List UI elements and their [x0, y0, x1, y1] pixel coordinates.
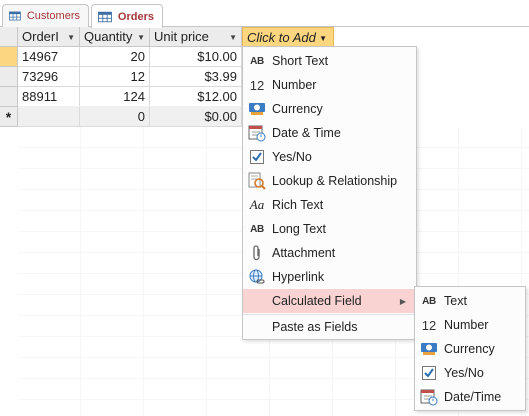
lookup-icon	[248, 172, 266, 190]
table-icon	[9, 11, 21, 21]
unit-price-cell[interactable]: $3.99	[150, 67, 242, 87]
checkbox-icon	[248, 148, 266, 166]
calculated-field-submenu: AB Text 12 Number Currency Yes/No Date/T…	[414, 286, 526, 411]
checkbox-icon	[420, 364, 438, 382]
menu-item-label: Yes/No	[272, 150, 312, 164]
submenu-item-number[interactable]: 12 Number	[415, 313, 525, 337]
menu-item-label: Attachment	[272, 246, 336, 260]
submenu-item-label: Yes/No	[444, 366, 484, 380]
ab-text-icon: AB	[250, 55, 264, 67]
order-id-cell[interactable]: 88911	[18, 87, 80, 107]
menu-item-label: Paste as Fields	[272, 320, 358, 334]
quantity-cell[interactable]: 20	[80, 47, 150, 67]
submenu-item-label: Text	[444, 294, 467, 308]
row-selector-column: *	[0, 27, 18, 127]
long-text-icon: AB	[250, 223, 264, 235]
new-record-marker[interactable]: *	[0, 107, 18, 127]
menu-item-label: Calculated Field	[272, 294, 362, 308]
new-order-id-cell[interactable]	[18, 107, 80, 127]
field-type-menu: AB Short Text 12 Number Currency Date & …	[242, 46, 417, 340]
row-selector[interactable]	[0, 67, 18, 87]
dropdown-arrow-icon[interactable]: ▼	[319, 34, 327, 43]
row-selector[interactable]	[0, 47, 18, 67]
column-header-unit-price[interactable]: Unit price ▼	[150, 27, 242, 47]
document-tab-bar: Customers Orders	[0, 0, 529, 28]
menu-item-label: Hyperlink	[272, 270, 325, 284]
tab-customers-label: Customers	[26, 10, 80, 22]
tab-orders-label: Orders	[117, 10, 154, 23]
menu-item-label: Rich Text	[272, 198, 324, 212]
new-unit-price-cell[interactable]: $0.00	[150, 107, 242, 127]
menu-item-label: Lookup & Relationship	[272, 174, 398, 188]
menu-item-calculated-field[interactable]: Calculated Field ▶	[243, 289, 416, 313]
column-header-label: Unit price	[154, 29, 209, 44]
submenu-item-label: Number	[444, 318, 489, 332]
click-to-add-header[interactable]: Click to Add ▼	[242, 27, 334, 47]
quantity-cell[interactable]: 12	[80, 67, 150, 87]
calendar-icon	[420, 388, 438, 406]
menu-item-currency[interactable]: Currency	[243, 97, 416, 121]
dropdown-arrow-icon[interactable]: ▼	[137, 33, 145, 42]
tab-customers[interactable]: Customers	[2, 4, 89, 27]
globe-link-icon	[248, 268, 266, 286]
menu-item-label: Currency	[272, 102, 323, 116]
column-header-label: OrderI	[22, 29, 59, 44]
submenu-item-yes-no[interactable]: Yes/No	[415, 361, 525, 385]
unit-price-cell[interactable]: $10.00	[150, 47, 242, 67]
currency-icon	[248, 100, 266, 118]
submenu-item-label: Date/Time	[444, 390, 502, 404]
menu-item-number[interactable]: 12 Number	[243, 73, 416, 97]
menu-item-label: Short Text	[272, 54, 329, 68]
menu-item-paste-as-fields[interactable]: Paste as Fields	[243, 315, 416, 339]
submenu-item-currency[interactable]: Currency	[415, 337, 525, 361]
order-id-cell[interactable]: 73296	[18, 67, 80, 87]
ab-text-icon: AB	[422, 295, 436, 307]
submenu-item-text[interactable]: AB Text	[415, 289, 525, 313]
menu-item-label: Date & Time	[272, 126, 341, 140]
menu-item-label: Number	[272, 78, 317, 92]
column-header-quantity[interactable]: Quantity ▼	[80, 27, 150, 47]
menu-item-short-text[interactable]: AB Short Text	[243, 49, 416, 73]
menu-item-rich-text[interactable]: Aa Rich Text	[243, 193, 416, 217]
menu-item-yes-no[interactable]: Yes/No	[243, 145, 416, 169]
paperclip-icon	[248, 244, 266, 262]
table-icon	[98, 11, 112, 22]
currency-icon	[420, 340, 438, 358]
menu-item-label: Long Text	[272, 222, 326, 236]
row-selector[interactable]	[0, 87, 18, 107]
calendar-icon	[248, 124, 266, 142]
tab-orders[interactable]: Orders	[91, 4, 163, 28]
rich-text-icon: Aa	[249, 197, 265, 212]
submenu-arrow-icon: ▶	[399, 296, 406, 306]
menu-item-date-time[interactable]: Date & Time	[243, 121, 416, 145]
order-id-cell[interactable]: 14967	[18, 47, 80, 67]
dropdown-arrow-icon[interactable]: ▼	[229, 33, 237, 42]
number-icon: 12	[421, 317, 437, 333]
quantity-cell[interactable]: 124	[80, 87, 150, 107]
dropdown-arrow-icon[interactable]: ▼	[67, 33, 75, 42]
column-header-label: Quantity	[84, 29, 133, 44]
unit-price-cell[interactable]: $12.00	[150, 87, 242, 107]
menu-item-hyperlink[interactable]: Hyperlink	[243, 265, 416, 289]
new-quantity-cell[interactable]: 0	[80, 107, 150, 127]
submenu-item-date-time[interactable]: Date/Time	[415, 385, 525, 409]
submenu-item-label: Currency	[444, 342, 495, 356]
menu-item-attachment[interactable]: Attachment	[243, 241, 416, 265]
column-header-order-id[interactable]: OrderI ▼	[18, 27, 80, 47]
select-all-corner[interactable]	[0, 27, 18, 47]
menu-item-long-text[interactable]: AB Long Text	[243, 217, 416, 241]
number-icon: 12	[249, 77, 265, 93]
click-to-add-label: Click to Add	[247, 29, 316, 45]
menu-item-lookup-relationship[interactable]: Lookup & Relationship	[243, 169, 416, 193]
